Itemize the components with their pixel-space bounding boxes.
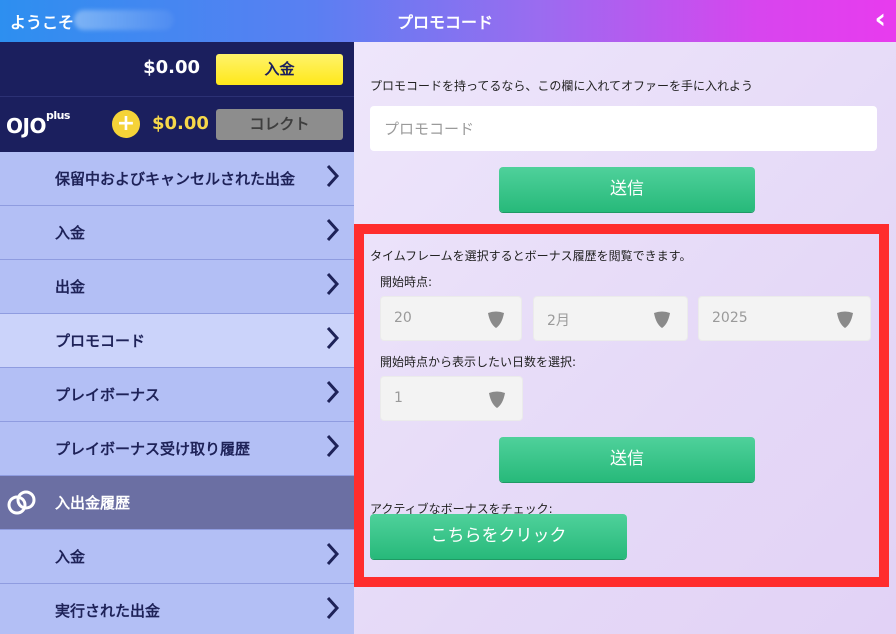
day-select[interactable]: 20 — [380, 296, 522, 341]
promo-code-input[interactable] — [370, 106, 877, 151]
year-select[interactable]: 2025 — [698, 296, 871, 341]
sidebar-item-label: 実行された出金 — [55, 602, 161, 620]
wallet-panel: $0.00 入金 OJOplus + $0.00 コレクト — [0, 42, 354, 152]
chevron-right-icon — [326, 434, 340, 458]
chevron-right-icon — [326, 326, 340, 350]
sidebar-item-label: 入金 — [55, 548, 86, 566]
sidebar-item-play-bonus-history[interactable]: プレイボーナス受け取り履歴 — [0, 422, 354, 476]
chevron-right-icon — [326, 164, 340, 188]
bonus-history-description: タイムフレームを選択するとボーナス履歴を閲覧できます。 — [370, 249, 692, 263]
chevron-left-icon[interactable]: ‹ — [874, 2, 886, 36]
coins-icon — [7, 490, 36, 515]
sidebar-item-executed-withdrawals[interactable]: 実行された出金 — [0, 584, 354, 634]
sidebar-section-transaction-history: 入出金履歴 — [0, 476, 354, 530]
sidebar: $0.00 入金 OJOplus + $0.00 コレクト 保留中およびキャンセ… — [0, 42, 354, 634]
promo-submit-button[interactable]: 送信 — [499, 167, 755, 212]
month-value: 2月 — [547, 313, 570, 329]
bonus-balance-amount: $0.00 — [152, 113, 209, 134]
history-submit-button[interactable]: 送信 — [499, 437, 755, 482]
sidebar-item-label: 入金 — [55, 224, 86, 242]
chevron-right-icon — [326, 272, 340, 296]
start-date-label: 開始時点: — [380, 275, 433, 289]
day-value: 20 — [394, 310, 412, 326]
month-select[interactable]: 2月 — [533, 296, 688, 341]
sidebar-item-label: 保留中およびキャンセルされた出金 — [55, 170, 296, 188]
main-content: プロモコードを持ってるなら、この欄に入れてオファーを手に入れよう 送信 タイムフ… — [354, 42, 896, 634]
check-active-bonus-button[interactable]: こちらをクリック — [370, 514, 627, 559]
bonus-row: OJOplus + $0.00 コレクト — [0, 98, 354, 152]
chevron-right-icon — [326, 542, 340, 566]
year-value: 2025 — [712, 310, 748, 326]
coin-plus-icon: + — [112, 110, 140, 138]
days-count-select[interactable]: 1 — [380, 376, 523, 421]
dropdown-arrow-icon — [837, 311, 853, 328]
dropdown-arrow-icon — [654, 311, 670, 328]
sidebar-item-promo-code[interactable]: プロモコード — [0, 314, 354, 368]
chevron-right-icon — [326, 380, 340, 404]
sidebar-item-label: プレイボーナス — [55, 386, 161, 404]
days-count-label: 開始時点から表示したい日数を選択: — [380, 355, 577, 369]
sidebar-item-label: プロモコード — [55, 332, 146, 350]
sidebar-item-deposit[interactable]: 入金 — [0, 206, 354, 260]
dropdown-arrow-icon — [488, 311, 504, 328]
sidebar-item-play-bonus[interactable]: プレイボーナス — [0, 368, 354, 422]
sidebar-item-label: プレイボーナス受け取り履歴 — [55, 440, 251, 458]
balance-row: $0.00 入金 — [0, 42, 354, 97]
ojo-plus-logo: OJOplus — [6, 109, 70, 138]
sidebar-item-withdrawal[interactable]: 出金 — [0, 260, 354, 314]
sidebar-item-label: 出金 — [55, 278, 86, 296]
days-count-value: 1 — [394, 390, 403, 406]
deposit-button[interactable]: 入金 — [216, 54, 343, 85]
sidebar-menu: 保留中およびキャンセルされた出金 入金 出金 プロモコード プレイボーナス プレ… — [0, 152, 354, 634]
sidebar-item-deposit-history[interactable]: 入金 — [0, 530, 354, 584]
sidebar-item-pending-withdrawals[interactable]: 保留中およびキャンセルされた出金 — [0, 152, 354, 206]
balance-amount: $0.00 — [143, 57, 200, 78]
chevron-right-icon — [326, 596, 340, 620]
chevron-right-icon — [326, 218, 340, 242]
page-title: プロモコード — [396, 13, 493, 32]
sidebar-section-label: 入出金履歴 — [55, 494, 131, 512]
collect-button[interactable]: コレクト — [216, 109, 343, 140]
promo-description: プロモコードを持ってるなら、この欄に入れてオファーを手に入れよう — [370, 79, 754, 93]
dropdown-arrow-icon — [489, 391, 505, 408]
top-bar: ようこそ プロモコード ‹ — [0, 0, 896, 42]
